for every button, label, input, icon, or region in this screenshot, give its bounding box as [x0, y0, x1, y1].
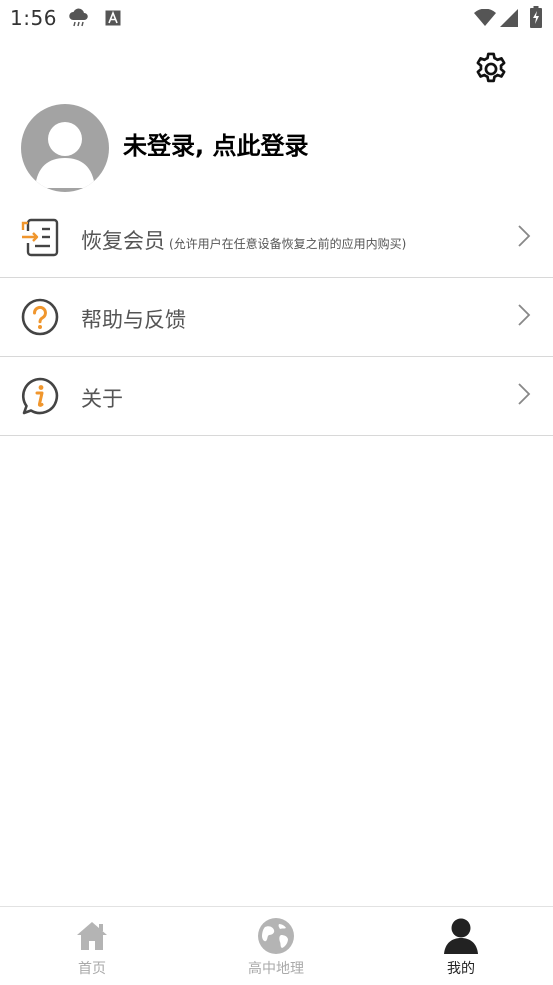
cloud-rain-icon: [68, 8, 90, 32]
status-bar: 1:56: [0, 0, 553, 38]
settings-menu: 恢复会员 (允许用户在任意设备恢复之前的应用内购买) 帮助与反馈 关于: [0, 199, 553, 436]
tab-mine[interactable]: 我的: [421, 907, 501, 985]
login-prompt-link[interactable]: 未登录, 点此登录: [123, 129, 308, 163]
wifi-icon: [474, 8, 496, 31]
menu-item-help-feedback[interactable]: 帮助与反馈: [0, 278, 553, 357]
font-a-icon: [105, 10, 121, 30]
help-question-icon: [20, 297, 60, 337]
status-time: 1:56: [10, 6, 57, 30]
settings-button[interactable]: [469, 49, 513, 93]
globe-icon: [257, 916, 295, 956]
menu-item-label: 关于: [81, 387, 123, 411]
restore-membership-note: (允许用户在任意设备恢复之前的应用内购买): [169, 237, 407, 251]
menu-item-label: 帮助与反馈: [81, 308, 186, 332]
menu-item-about[interactable]: 关于: [0, 357, 553, 436]
person-icon: [442, 916, 480, 956]
avatar[interactable]: [21, 104, 109, 192]
bottom-nav: 首页 高中地理 我的: [0, 906, 553, 985]
tab-geography[interactable]: 高中地理: [226, 907, 326, 985]
chevron-right-icon: [517, 303, 531, 327]
restore-membership-icon: [20, 217, 60, 257]
tab-geography-label: 高中地理: [248, 961, 304, 977]
tab-home[interactable]: 首页: [52, 907, 132, 985]
menu-item-label: 恢复会员 (允许用户在任意设备恢复之前的应用内购买): [81, 225, 406, 255]
chevron-right-icon: [517, 382, 531, 406]
signal-icon: [500, 9, 519, 31]
gear-icon: [472, 50, 510, 92]
menu-item-restore-membership[interactable]: 恢复会员 (允许用户在任意设备恢复之前的应用内购买): [0, 199, 553, 278]
user-avatar-icon: [21, 122, 109, 192]
info-icon: [20, 376, 60, 416]
tab-home-label: 首页: [78, 961, 106, 977]
restore-membership-label: 恢复会员: [81, 229, 165, 253]
chevron-right-icon: [517, 224, 531, 248]
home-icon: [75, 916, 109, 956]
tab-mine-label: 我的: [447, 961, 475, 977]
battery-charging-icon: [530, 6, 542, 32]
